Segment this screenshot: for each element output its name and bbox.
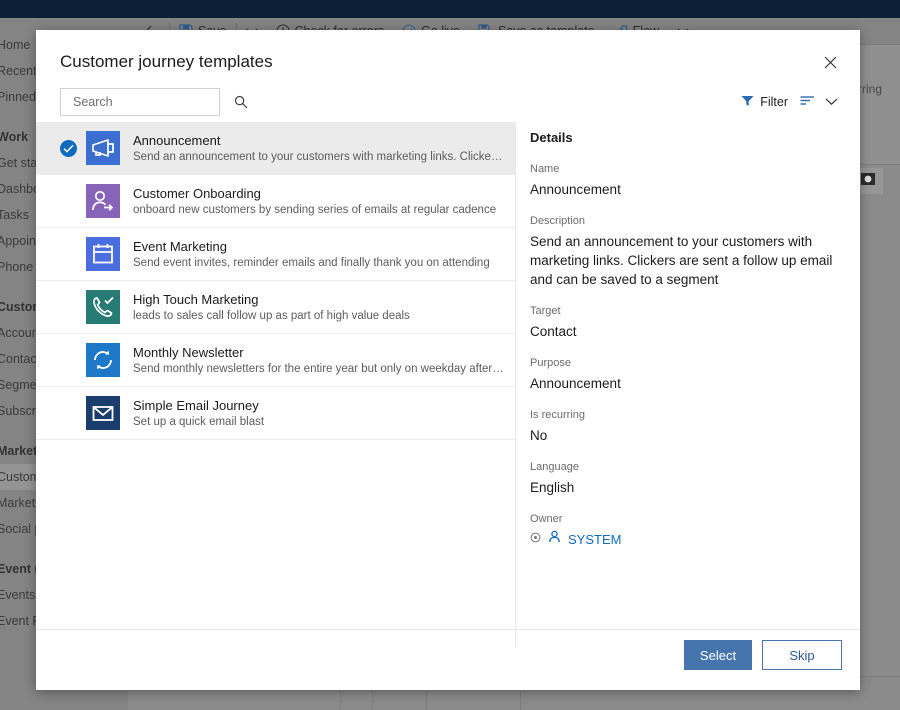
person-icon <box>548 530 561 548</box>
select-button[interactable]: Select <box>684 640 752 670</box>
detail-field-label: Language <box>530 461 579 473</box>
presence-icon <box>530 530 541 548</box>
detail-field-value: Announcement <box>530 376 621 391</box>
template-picker-dialog: Customer journey templates Filter <box>36 30 860 690</box>
details-fields: Name Announcement Description Send an annou… <box>530 161 835 497</box>
chevron-down-icon <box>825 93 838 111</box>
refresh-cycle-icon <box>86 343 120 377</box>
template-name: Event Marketing <box>133 238 227 254</box>
search-box[interactable] <box>60 88 248 116</box>
template-name: Announcement <box>133 132 221 148</box>
megaphone-icon <box>86 131 120 165</box>
owner-field: Owner SYSTEM <box>530 511 835 548</box>
template-text: Event Marketing Send event invites, remin… <box>133 238 505 271</box>
person-arrow-icon <box>86 184 120 218</box>
dialog-title: Customer journey templates <box>60 52 273 71</box>
template-description: Send an announcement to your customers w… <box>133 150 505 163</box>
dialog-footer: Select Skip <box>36 629 860 690</box>
detail-field: Language English <box>530 459 835 497</box>
detail-field: Purpose Announcement <box>530 355 835 393</box>
template-list-item[interactable]: Simple Email Journey Set up a quick email… <box>36 387 515 440</box>
close-icon[interactable] <box>814 46 846 78</box>
template-list: Announcement Send an announcement to your… <box>36 122 516 647</box>
template-select-checkbox[interactable] <box>50 139 86 157</box>
template-name: Simple Email Journey <box>133 397 259 413</box>
envelope-icon <box>86 396 120 430</box>
screen: Home Recent Pinned Work Get started Dashboard… <box>0 0 900 710</box>
check-circle-icon <box>59 139 77 157</box>
sort-button[interactable] <box>794 90 821 114</box>
calendar-icon <box>86 237 120 271</box>
app-title-bar <box>0 0 900 18</box>
filter-group: Filter <box>735 90 842 114</box>
details-pane: Details Name Announcement Description Send … <box>516 122 859 647</box>
skip-button[interactable]: Skip <box>762 640 842 670</box>
owner-label: Owner <box>530 513 563 525</box>
template-name: Monthly Newsletter <box>133 344 244 360</box>
image-placeholder-icon <box>860 172 876 191</box>
detail-field: Target Contact <box>530 303 835 341</box>
template-description: Set up a quick email blast <box>133 415 265 428</box>
detail-field: Description Send an announcement to your … <box>530 213 835 289</box>
template-name: High Touch Marketing <box>133 291 259 307</box>
template-description: leads to sales call follow up as part of… <box>133 309 410 322</box>
detail-field-label: Purpose <box>530 357 571 369</box>
detail-field-label: Is recurring <box>530 409 586 421</box>
filter-label: Filter <box>760 95 788 109</box>
template-list-item[interactable]: Customer Onboarding onboard new customers… <box>36 175 515 228</box>
filter-funnel-icon <box>741 95 754 110</box>
owner-name[interactable]: SYSTEM <box>568 532 621 547</box>
phone-check-icon <box>86 290 120 324</box>
template-text: Customer Onboarding onboard new customers… <box>133 185 505 218</box>
dialog-body: Announcement Send an announcement to your… <box>36 122 860 647</box>
template-description: onboard new customers by sending series … <box>133 203 497 216</box>
detail-field-value: Send an announcement to your customers w… <box>530 234 833 287</box>
template-name: Customer Onboarding <box>133 185 261 201</box>
detail-field-value: No <box>530 428 548 443</box>
template-list-item[interactable]: Event Marketing Send event invites, remin… <box>36 228 515 281</box>
details-heading: Details <box>530 130 573 145</box>
search-input[interactable] <box>61 95 234 109</box>
detail-field-value: English <box>530 480 575 495</box>
sort-dropdown-button[interactable] <box>821 90 842 114</box>
template-list-item[interactable]: Announcement Send an announcement to your… <box>36 122 515 175</box>
detail-field: Name Announcement <box>530 161 835 199</box>
template-list-item[interactable]: High Touch Marketing leads to sales call … <box>36 281 515 334</box>
filter-button[interactable]: Filter <box>735 92 794 113</box>
template-description: Send monthly newsletters for the entire … <box>133 362 505 375</box>
detail-field-label: Name <box>530 163 560 175</box>
detail-field-label: Description <box>530 215 586 227</box>
template-list-item[interactable]: Monthly Newsletter Send monthly newslette… <box>36 334 515 387</box>
template-text: High Touch Marketing leads to sales call … <box>133 291 505 324</box>
detail-field-value: Contact <box>530 324 577 339</box>
template-description: Send event invites, reminder emails and … <box>133 256 490 269</box>
template-text: Monthly Newsletter Send monthly newslette… <box>133 344 505 377</box>
detail-field: Is recurring No <box>530 407 835 445</box>
owner-value[interactable]: SYSTEM <box>530 530 835 548</box>
sort-lines-icon <box>800 93 815 111</box>
template-text: Simple Email Journey Set up a quick email… <box>133 397 505 430</box>
detail-field-label: Target <box>530 305 561 317</box>
template-text: Announcement Send an announcement to your… <box>133 132 505 165</box>
search-icon <box>234 95 257 109</box>
detail-field-value: Announcement <box>530 182 621 197</box>
